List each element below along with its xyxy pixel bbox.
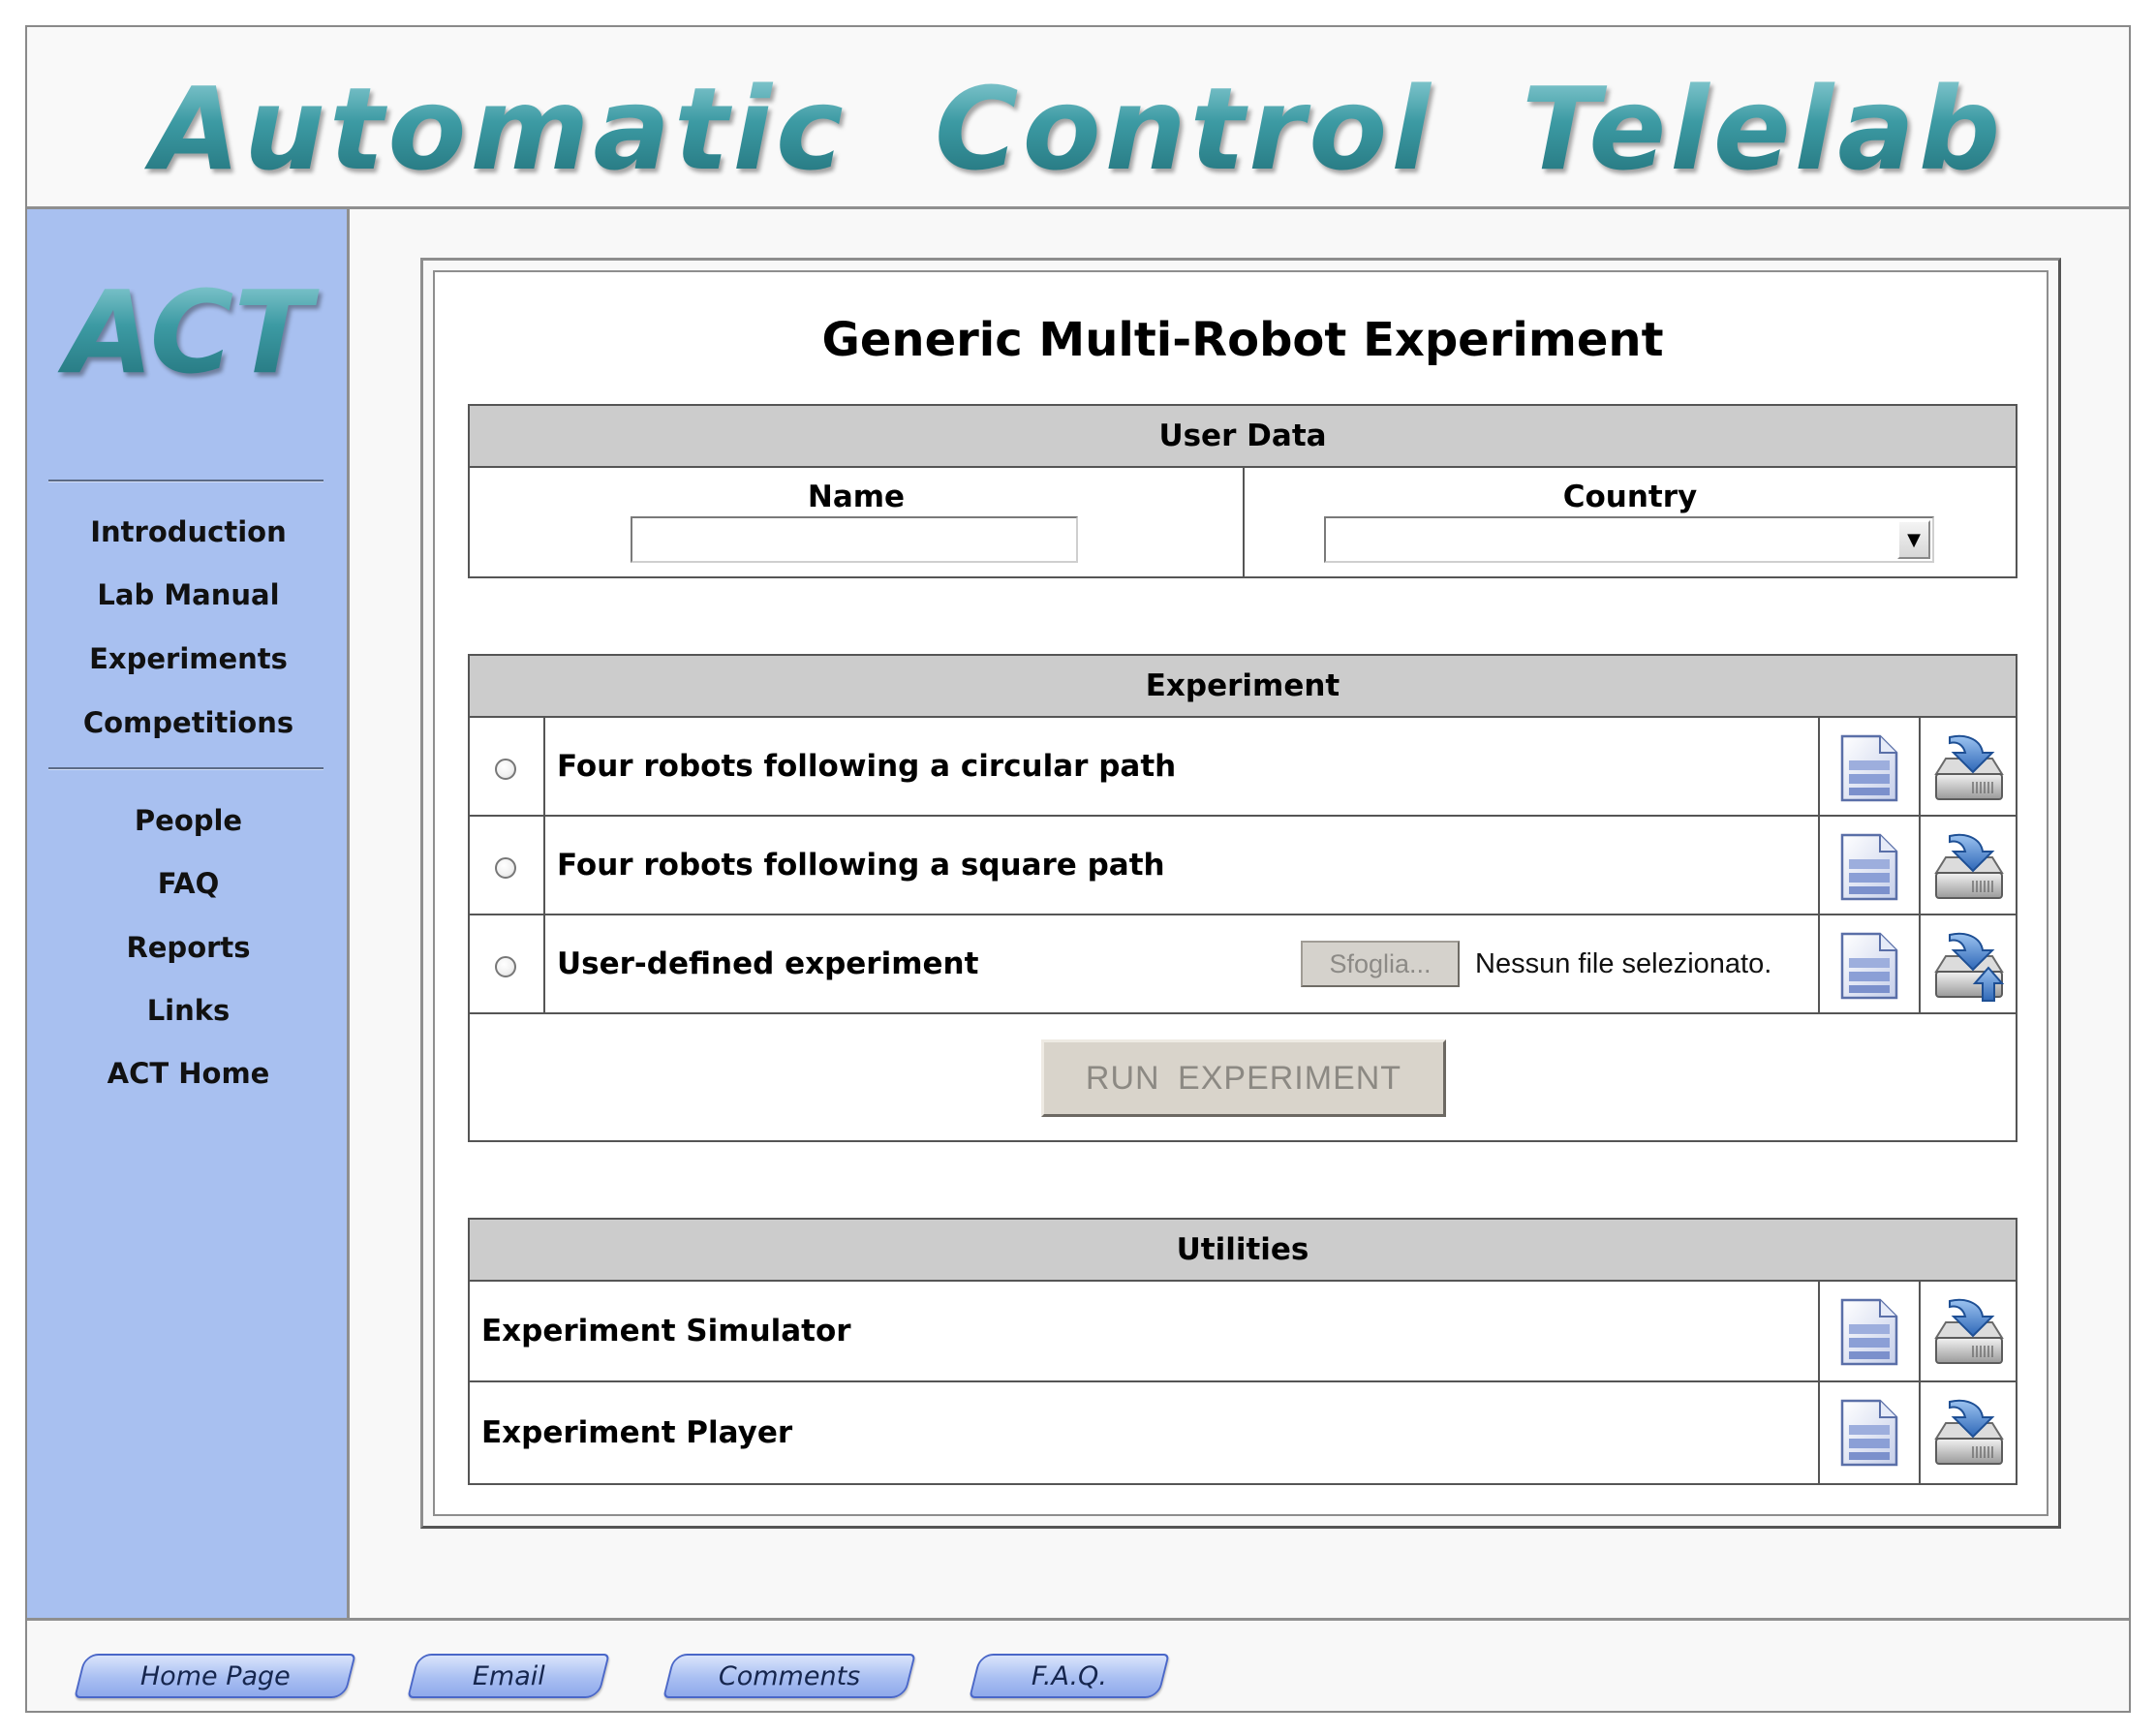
- footer-home-page-button[interactable]: Home Page: [74, 1654, 356, 1698]
- sidebar-divider-top: [48, 480, 323, 482]
- document-icon[interactable]: [1839, 832, 1899, 902]
- act-logo[interactable]: ACT: [27, 265, 350, 399]
- footer-faq-button[interactable]: F.A.Q.: [969, 1654, 1170, 1698]
- footer: Home Page Email Comments F.A.Q.: [27, 1618, 2129, 1711]
- sidebar-item-act-home[interactable]: ACT Home: [27, 1057, 350, 1090]
- site-title: Automatic Control Telelab: [27, 62, 2129, 196]
- utility-row-player: Experiment Player: [470, 1382, 2016, 1483]
- document-icon[interactable]: [1839, 1297, 1899, 1367]
- browse-file-button[interactable]: Sfoglia...: [1301, 941, 1460, 987]
- upload-cell: [1919, 915, 2016, 1012]
- name-cell: Name: [470, 468, 1243, 576]
- main-content: Generic Multi-Robot Experiment User Data…: [433, 270, 2048, 1516]
- download-icon[interactable]: [1930, 830, 2008, 904]
- chevron-down-icon[interactable]: ▼: [1897, 520, 1930, 559]
- download-icon[interactable]: [1930, 1396, 2008, 1470]
- radio-cell: [470, 915, 543, 1012]
- label-cell: Four robots following a circular path: [543, 718, 1818, 815]
- footer-comments-button[interactable]: Comments: [662, 1654, 916, 1698]
- doc-cell: [1818, 718, 1919, 815]
- file-status-text: Nessun file selezionato.: [1475, 947, 1772, 979]
- utility-row-simulator: Experiment Simulator: [470, 1282, 2016, 1382]
- utilities-table: Utilities Experiment Simulator Experimen…: [468, 1218, 2017, 1485]
- run-row: RUN EXPERIMENT: [470, 1014, 2016, 1138]
- label-cell: Experiment Simulator: [470, 1282, 1818, 1380]
- sidebar-item-reports[interactable]: Reports: [27, 931, 350, 964]
- download-cell: [1919, 1282, 2016, 1380]
- label-cell: Experiment Player: [470, 1382, 1818, 1483]
- download-icon[interactable]: [1930, 1295, 2008, 1369]
- radio-cell: [470, 718, 543, 815]
- footer-button-label: Comments: [718, 1660, 861, 1691]
- footer-button-label: F.A.Q.: [1031, 1660, 1108, 1691]
- experiment-row-circular: Four robots following a circular path: [470, 718, 2016, 817]
- sidebar-item-links[interactable]: Links: [27, 994, 350, 1027]
- sidebar-item-people[interactable]: People: [27, 804, 350, 837]
- page-title: Generic Multi-Robot Experiment: [821, 313, 1664, 367]
- label-cell: User-defined experiment Sfoglia... Nessu…: [543, 915, 1818, 1012]
- doc-cell: [1818, 1382, 1919, 1483]
- footer-button-label: Email: [472, 1660, 545, 1691]
- document-icon[interactable]: [1839, 733, 1899, 803]
- label-cell: Four robots following a square path: [543, 817, 1818, 914]
- sidebar-divider-bottom: [48, 767, 323, 770]
- doc-cell: [1818, 1282, 1919, 1380]
- radio-cell: [470, 817, 543, 914]
- sidebar-item-competitions[interactable]: Competitions: [27, 706, 350, 739]
- document-icon[interactable]: [1839, 1398, 1899, 1468]
- site-header: Automatic Control Telelab: [27, 27, 2129, 209]
- experiment-label: User-defined experiment: [557, 946, 979, 981]
- sidebar-item-lab-manual[interactable]: Lab Manual: [27, 578, 350, 611]
- radio-user-defined[interactable]: [495, 956, 516, 977]
- doc-cell: [1818, 915, 1919, 1012]
- user-data-table: User Data Name Country ▼: [468, 404, 2017, 578]
- sidebar: ACT Introduction Lab Manual Experiments …: [27, 209, 350, 1618]
- page-frame: Automatic Control Telelab ACT Introducti…: [25, 25, 2131, 1713]
- download-icon[interactable]: [1930, 731, 2008, 805]
- sidebar-item-introduction[interactable]: Introduction: [27, 515, 350, 548]
- experiment-row-user-defined: User-defined experiment Sfoglia... Nessu…: [470, 915, 2016, 1014]
- experiment-table: Experiment Four robots following a circu…: [468, 654, 2017, 1142]
- name-input[interactable]: [631, 516, 1078, 563]
- country-label: Country: [1562, 480, 1698, 514]
- country-cell: Country ▼: [1243, 468, 2016, 576]
- experiment-label: Four robots following a square path: [557, 848, 1165, 883]
- download-cell: [1919, 718, 2016, 815]
- run-experiment-button[interactable]: RUN EXPERIMENT: [1041, 1039, 1446, 1117]
- document-icon[interactable]: [1839, 931, 1899, 1001]
- utility-label: Experiment Player: [481, 1415, 793, 1450]
- doc-cell: [1818, 817, 1919, 914]
- sidebar-item-experiments[interactable]: Experiments: [27, 642, 350, 675]
- country-select[interactable]: ▼: [1324, 516, 1934, 563]
- radio-circular-path[interactable]: [495, 759, 516, 780]
- upload-icon[interactable]: [1930, 929, 2008, 1003]
- footer-email-button[interactable]: Email: [407, 1654, 610, 1698]
- user-data-row: Name Country ▼: [470, 468, 2016, 576]
- download-cell: [1919, 817, 2016, 914]
- user-data-header: User Data: [470, 406, 2016, 468]
- experiment-header: Experiment: [470, 656, 2016, 718]
- experiment-row-square: Four robots following a square path: [470, 817, 2016, 915]
- name-label: Name: [807, 480, 906, 514]
- download-cell: [1919, 1382, 2016, 1483]
- experiment-label: Four robots following a circular path: [557, 749, 1177, 784]
- radio-square-path[interactable]: [495, 857, 516, 879]
- footer-button-label: Home Page: [139, 1660, 291, 1691]
- main-panel: Generic Multi-Robot Experiment User Data…: [420, 258, 2061, 1529]
- utility-label: Experiment Simulator: [481, 1314, 851, 1348]
- utilities-header: Utilities: [470, 1220, 2016, 1282]
- sidebar-item-faq[interactable]: FAQ: [27, 867, 350, 900]
